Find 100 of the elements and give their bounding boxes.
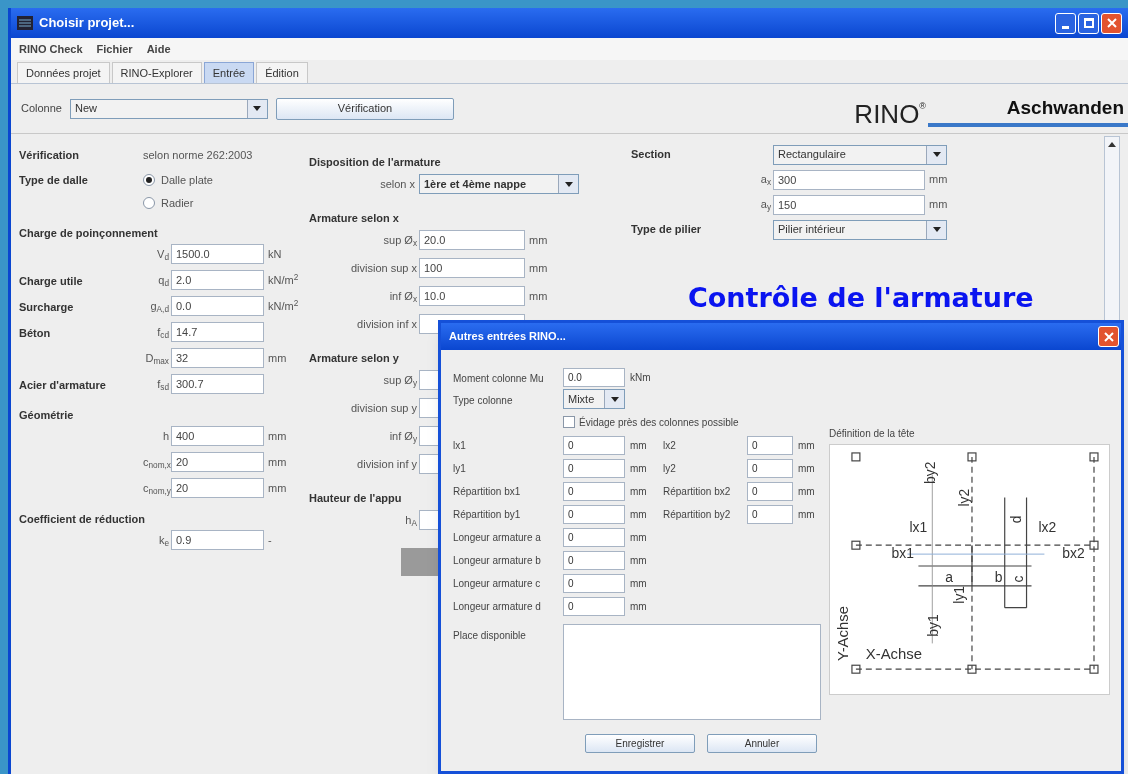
unit-label: mm — [630, 508, 648, 522]
field-label: Type de dalle — [19, 173, 89, 188]
input-field[interactable]: 300.7 — [171, 374, 264, 394]
unit-label: mm — [929, 197, 948, 213]
input-field[interactable]: 0.0 — [171, 296, 264, 316]
close-icon[interactable] — [1101, 12, 1122, 34]
diagram-label: Y-Achse — [834, 606, 851, 661]
radio-button[interactable] — [143, 196, 155, 209]
field-label: Longeur armature a — [453, 531, 542, 545]
input-field[interactable]: 0 — [563, 482, 625, 501]
input-field[interactable]: 0 — [747, 459, 793, 478]
dropdown[interactable]: New — [70, 98, 268, 119]
input-field[interactable]: 0 — [563, 551, 625, 570]
tab[interactable]: RINO-Explorer — [111, 62, 202, 83]
input-field[interactable]: 300 — [773, 169, 925, 190]
input-field[interactable]: 32 — [171, 348, 264, 368]
field-symbol: g$_{A,d}$ — [149, 298, 170, 315]
diagram-label: a — [945, 568, 953, 585]
section-heading: Charge de poinçonnement — [19, 225, 158, 241]
input-field[interactable]: 0 — [563, 597, 625, 616]
logo-mark: ® — [919, 99, 926, 111]
input-field[interactable]: 0 — [563, 574, 625, 593]
checkbox-option[interactable]: Évidage près des colonnes possible — [563, 414, 739, 430]
field-symbol: D$_{max}$ — [144, 350, 170, 367]
input-field[interactable]: 2.0 — [171, 270, 264, 290]
unit-label: mm — [630, 577, 648, 591]
input-field[interactable]: 0 — [747, 482, 793, 501]
menu-item[interactable]: RINO Check — [19, 40, 83, 58]
field-label: lx2 — [663, 439, 677, 453]
dropdown[interactable]: 1ère et 4ème nappe — [419, 174, 579, 194]
field-symbol: V$_{d}$ — [156, 246, 170, 263]
field-symbol: h$_{A}$ — [404, 512, 418, 529]
tab[interactable]: Édition — [256, 62, 308, 83]
input-field[interactable]: 400 — [171, 426, 264, 446]
tab[interactable]: Données projet — [17, 62, 110, 83]
tab[interactable]: Entrée — [203, 62, 255, 83]
input-field[interactable]: 0 — [563, 436, 625, 455]
input-field[interactable]: 0.9 — [171, 530, 264, 550]
input-field[interactable]: 20.0 — [419, 230, 525, 250]
logo-company: Aschwanden — [1006, 98, 1125, 117]
input-field[interactable]: 0.0 — [563, 367, 625, 387]
minimize-icon[interactable] — [1055, 12, 1076, 34]
dropdown[interactable]: Rectangulaire — [773, 144, 947, 165]
field-symbol: c$_{nom,y}$ — [143, 480, 171, 497]
field-symbol: a$_{y}$ — [759, 197, 772, 213]
field-symbol: h — [161, 428, 170, 444]
radio-option[interactable]: Dalle plate — [143, 172, 213, 189]
field-symbol: division inf y — [356, 456, 418, 472]
close-icon[interactable] — [1098, 326, 1119, 347]
dialog-button[interactable]: Enregistrer — [585, 734, 695, 753]
scroll-up-icon[interactable] — [1108, 142, 1116, 147]
field-label: Longeur armature c — [453, 577, 542, 591]
unit-label: mm — [268, 428, 287, 444]
diagram-label: bx1 — [891, 545, 914, 562]
field-label: Répartition bx1 — [453, 485, 522, 499]
unit-label: - — [268, 532, 272, 548]
field-symbol: q$_{d}$ — [157, 272, 170, 289]
radio-option[interactable]: Radier — [143, 194, 213, 211]
logo-brand: RINO — [854, 101, 920, 127]
input-field[interactable]: 0 — [747, 505, 793, 524]
field-symbol: selon x — [379, 176, 416, 192]
checkbox[interactable] — [563, 416, 575, 428]
unit-label: kN — [268, 246, 282, 262]
field-symbol: a$_{x}$ — [759, 172, 772, 188]
dropdown[interactable]: Pilier intérieur — [773, 219, 947, 240]
dropdown[interactable]: Mixte — [563, 389, 625, 409]
field-label: Charge utile — [19, 275, 83, 287]
field-label: Béton — [19, 327, 51, 339]
field-label: Section — [631, 147, 672, 163]
field-label: Longeur armature b — [453, 554, 542, 568]
input-field[interactable]: 20 — [171, 478, 264, 498]
input-field[interactable]: 20 — [171, 452, 264, 472]
verification-button[interactable]: Vérification — [276, 97, 454, 120]
field-label: Acier d'armature — [19, 379, 106, 391]
menu-item[interactable]: Fichier — [96, 40, 133, 58]
input-field[interactable]: 14.7 — [171, 322, 264, 342]
input-field[interactable]: 0 — [563, 505, 625, 524]
input-field[interactable]: 10.0 — [419, 286, 525, 306]
input-field[interactable]: 150 — [773, 194, 925, 215]
input-field[interactable]: 0 — [747, 436, 793, 455]
menu-item[interactable]: Aide — [146, 40, 171, 58]
field-label: Moment colonne Mu — [453, 373, 544, 384]
field-symbol: k$_{e}$ — [157, 532, 170, 549]
diagram-label: c — [1010, 575, 1027, 583]
input-field[interactable]: 1500.0 — [171, 244, 264, 264]
norm-text: selon norme 262:2003 — [143, 147, 253, 163]
dialog-title: Autres entrées RINO... — [449, 329, 566, 345]
field-label: Vérification — [19, 147, 80, 163]
radio-button[interactable] — [143, 174, 155, 187]
input-field[interactable]: 100 — [419, 258, 525, 278]
diagram-label: by1 — [924, 614, 941, 637]
input-field[interactable]: 0 — [563, 459, 625, 478]
dialog-button[interactable]: Annuler — [707, 734, 817, 753]
unit-label: mm — [929, 172, 948, 188]
input-field[interactable]: 0 — [563, 528, 625, 547]
unit-label: mm — [630, 439, 648, 453]
diagram-title: Définition de la tête — [829, 427, 916, 441]
maximize-icon[interactable] — [1078, 12, 1099, 34]
field-label: Place disponible — [453, 629, 527, 643]
app-icon — [17, 16, 33, 30]
